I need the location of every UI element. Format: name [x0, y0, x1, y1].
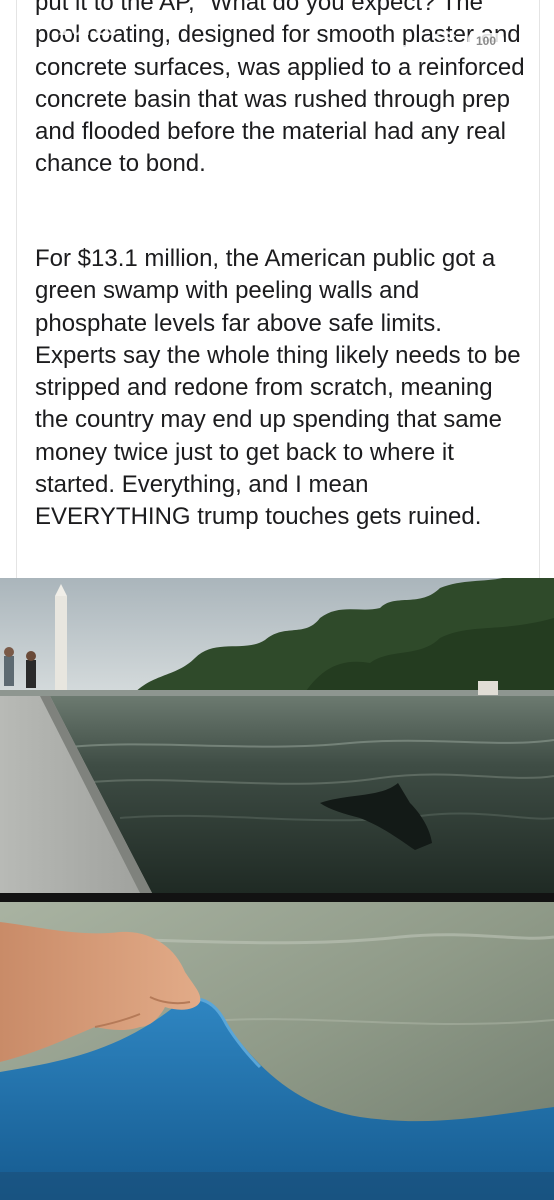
peeling-coating-image [0, 902, 554, 1200]
post-paragraph-2: For $13.1 million, the American public g… [35, 245, 521, 531]
back-label: Safari [29, 42, 61, 56]
back-arrow-icon [17, 44, 23, 55]
reflecting-pool-photo [0, 578, 554, 893]
post-card: put it to the AP, "What do you expect? T… [16, 0, 540, 578]
reflecting-pool-image [0, 578, 554, 893]
peeling-coating-photo [0, 902, 554, 1200]
back-to-safari-button[interactable]: Safari [17, 42, 60, 56]
image-divider [0, 893, 554, 902]
post-paragraph-1: put it to the AP, "What do you expect? T… [35, 0, 525, 178]
